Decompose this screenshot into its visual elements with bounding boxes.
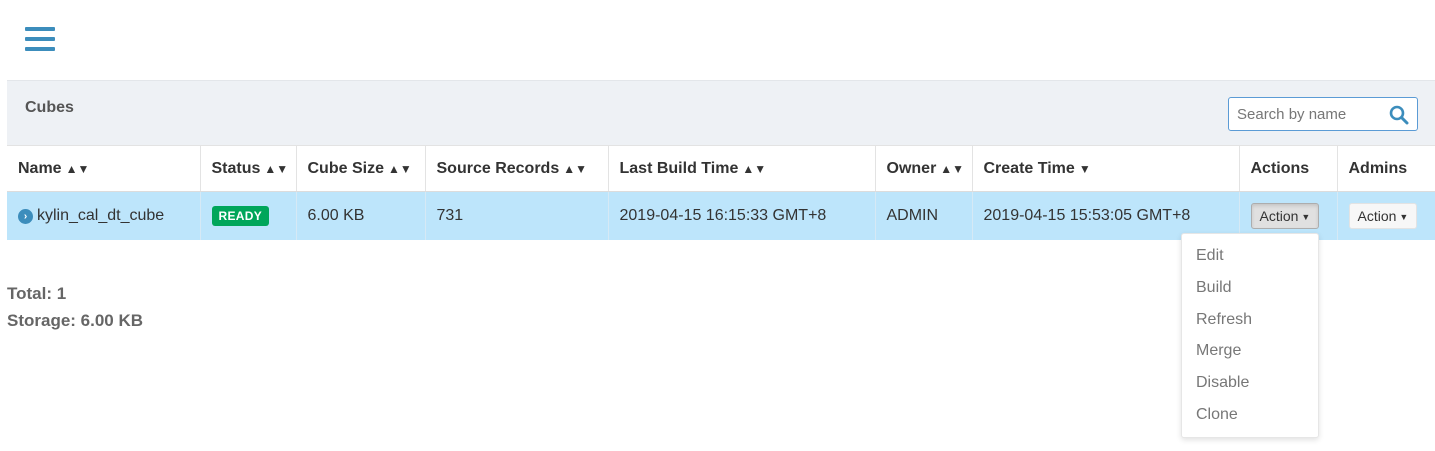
cube-name[interactable]: kylin_cal_dt_cube (37, 207, 164, 224)
search-box (1228, 97, 1418, 131)
sort-icon: ▲▼ (940, 161, 965, 176)
cubes-table: Name ▲▼ Status ▲▼ Cube Size ▲▼ Source Recor… (7, 145, 1435, 240)
menu-item-clone[interactable]: Clone (1182, 399, 1318, 431)
cell-name: › kylin_cal_dt_cube (7, 191, 201, 240)
column-header-last-build-time[interactable]: Last Build Time ▲▼ (608, 145, 876, 192)
total-count: Total: 1 (7, 284, 67, 303)
panel-title: Cubes (25, 99, 74, 116)
panel-header: Cubes (7, 80, 1435, 145)
caret-down-icon: ▼ (1399, 211, 1409, 222)
column-header-actions: Actions (1239, 145, 1338, 192)
cell-cube-size: 6.00 KB (296, 191, 426, 240)
expand-chevron-icon[interactable]: › (18, 208, 33, 224)
menu-item-disable[interactable]: Disable (1182, 367, 1318, 399)
status-badge: READY (211, 205, 270, 226)
storage-size: Storage: 6.00 KB (7, 311, 144, 330)
column-header-owner[interactable]: Owner ▲▼ (875, 145, 973, 192)
cell-last-build-time: 2019-04-15 16:15:33 GMT+8 (608, 191, 876, 240)
cell-owner: ADMIN (875, 191, 973, 240)
search-icon[interactable] (1389, 105, 1409, 125)
table-header-row: Name ▲▼ Status ▲▼ Cube Size ▲▼ Source Recor… (7, 145, 1435, 192)
sort-desc-icon: ▼ (1078, 161, 1091, 176)
caret-down-icon: ▼ (1301, 211, 1311, 222)
search-input[interactable] (1237, 99, 1387, 129)
menu-item-edit[interactable]: Edit (1182, 240, 1318, 272)
sort-icon: ▲▼ (742, 161, 767, 176)
column-header-cube-size[interactable]: Cube Size ▲▼ (296, 145, 426, 192)
menu-item-refresh[interactable]: Refresh (1182, 304, 1318, 336)
menu-toggle-icon[interactable] (25, 27, 55, 55)
menu-item-merge[interactable]: Merge (1182, 335, 1318, 367)
summary: Total: 1 Storage: 6.00 KB (7, 280, 143, 334)
column-header-status[interactable]: Status ▲▼ (200, 145, 297, 192)
column-header-create-time[interactable]: Create Time ▼ (972, 145, 1240, 192)
action-dropdown-button[interactable]: Action ▼ (1250, 202, 1320, 229)
cell-status: READY (200, 191, 297, 240)
sort-icon: ▲▼ (264, 161, 289, 176)
sort-icon: ▲▼ (387, 161, 412, 176)
column-header-admins: Admins (1337, 145, 1435, 192)
column-header-name[interactable]: Name ▲▼ (7, 145, 201, 192)
sort-icon: ▲▼ (65, 161, 90, 176)
admin-action-dropdown-button[interactable]: Action ▼ (1348, 202, 1418, 229)
action-dropdown-menu: Edit Build Refresh Merge Disable Clone (1181, 233, 1319, 438)
column-header-source-records[interactable]: Source Records ▲▼ (425, 145, 609, 192)
cubes-panel: Cubes Name▲▼ Status▲▼ Cube Size▲▼ (7, 80, 1435, 240)
menu-item-build[interactable]: Build (1182, 272, 1318, 304)
sort-icon: ▲▼ (563, 161, 587, 176)
cell-admins: Action ▼ (1337, 191, 1435, 240)
cell-source-records: 731 (425, 191, 609, 240)
